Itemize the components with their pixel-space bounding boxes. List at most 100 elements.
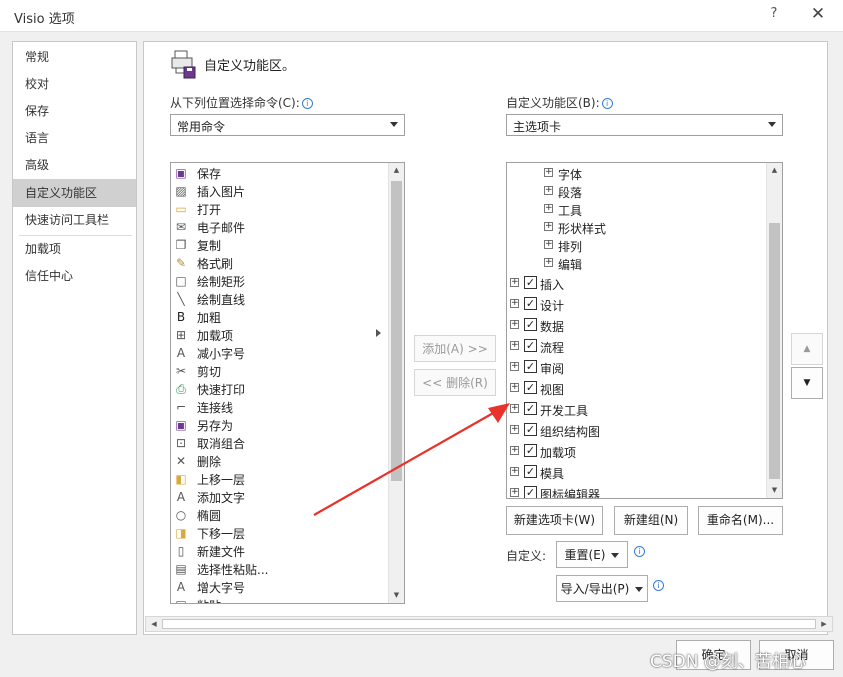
help-button[interactable]: ? <box>764 6 784 26</box>
ribbon-group-item[interactable]: + 形状样式 <box>507 219 767 239</box>
ribbon-tab-item[interactable]: + ✓ 设计 <box>507 295 767 315</box>
scroll-up-icon[interactable]: ▲ <box>767 163 782 178</box>
horizontal-scrollbar[interactable]: ◀ ▶ <box>145 616 833 632</box>
ribbon-group-item[interactable]: + 编辑 <box>507 255 767 275</box>
command-item[interactable]: ✉ 电子邮件 <box>171 218 391 236</box>
close-button[interactable]: ✕ <box>806 4 830 28</box>
command-item[interactable]: ▤ 选择性粘贴... <box>171 560 391 578</box>
ribbon-tab-item[interactable]: + ✓ 插入 <box>507 274 767 294</box>
expand-icon[interactable]: + <box>544 204 553 213</box>
ribbon-tab-item[interactable]: + ✓ 图标编辑器 <box>507 484 767 498</box>
command-item[interactable]: ✎ 格式刷 <box>171 254 391 272</box>
ribbon-tree-items: + 字体 + 段落 + 工具 + 形状样式 + 排列 + 编辑 + ✓ 插入 + ✓ 设计 + ✓ 数据 + ✓ 流程 + ✓ 审阅… <box>507 163 767 498</box>
scroll-thumb[interactable] <box>162 619 816 629</box>
expand-icon[interactable]: + <box>510 278 519 287</box>
ribbon-label-text: 自定义功能区(B): <box>506 96 600 110</box>
nav-item-trust-center[interactable]: 信任中心 <box>13 263 136 289</box>
tab-checkbox[interactable]: ✓ <box>524 318 537 331</box>
expand-icon[interactable]: + <box>544 222 553 231</box>
nav-item-addins[interactable]: 加载项 <box>13 236 136 262</box>
commands-source-dropdown[interactable]: 常用命令 <box>170 114 405 136</box>
tab-checkbox[interactable]: ✓ <box>524 381 537 394</box>
ribbon-tab-item[interactable]: + ✓ 模具 <box>507 463 767 483</box>
command-item[interactable]: ▯ 新建文件 <box>171 542 391 560</box>
import-export-button[interactable]: 导入/导出(P) <box>556 575 648 602</box>
ribbon-tab-item[interactable]: + ✓ 加载项 <box>507 442 767 462</box>
command-item[interactable]: ▭ 打开 <box>171 200 391 218</box>
ribbon-tab-item[interactable]: + ✓ 审阅 <box>507 358 767 378</box>
rename-button[interactable]: 重命名(M)... <box>698 506 783 535</box>
tab-checkbox[interactable]: ✓ <box>524 297 537 310</box>
tab-checkbox[interactable]: ✓ <box>524 465 537 478</box>
ribbon-group-item[interactable]: + 段落 <box>507 183 767 203</box>
command-item[interactable]: ▣ 保存 <box>171 164 391 182</box>
expand-icon[interactable]: + <box>510 341 519 350</box>
command-item[interactable]: ▤ 粘贴 <box>171 596 391 603</box>
tab-checkbox[interactable]: ✓ <box>524 360 537 373</box>
expand-icon[interactable]: + <box>510 299 519 308</box>
scroll-left-icon[interactable]: ◀ <box>148 618 160 630</box>
command-item[interactable]: ╲ 绘制直线 <box>171 290 391 308</box>
move-down-button[interactable]: ▼ <box>791 367 823 399</box>
nav-item-general[interactable]: 常规 <box>13 44 136 70</box>
scroll-down-icon[interactable]: ▼ <box>389 588 404 603</box>
command-item[interactable]: B 加粗 <box>171 308 391 326</box>
expand-icon[interactable]: + <box>544 240 553 249</box>
ribbon-dropdown[interactable]: 主选项卡 <box>506 114 783 136</box>
add-button[interactable]: 添加(A) >> <box>414 335 496 362</box>
nav-item-proofing[interactable]: 校对 <box>13 71 136 97</box>
ribbon-group-item[interactable]: + 字体 <box>507 165 767 185</box>
command-item-label: 插入图片 <box>197 185 246 199</box>
move-up-button[interactable]: ▲ <box>791 333 823 365</box>
nav-item-save[interactable]: 保存 <box>13 98 136 124</box>
expand-icon[interactable]: + <box>510 362 519 371</box>
scroll-right-icon[interactable]: ▶ <box>818 618 830 630</box>
command-item[interactable]: ❐ 复制 <box>171 236 391 254</box>
scroll-up-icon[interactable]: ▲ <box>389 163 404 178</box>
command-item[interactable]: ▨ 插入图片 <box>171 182 391 200</box>
reset-button[interactable]: 重置(E) <box>556 541 628 568</box>
tab-checkbox[interactable]: ✓ <box>524 339 537 352</box>
scroll-down-icon[interactable]: ▼ <box>767 483 782 498</box>
expand-icon[interactable]: + <box>510 320 519 329</box>
new-tab-button[interactable]: 新建选项卡(W) <box>506 506 603 535</box>
command-item-label: 保存 <box>197 167 222 181</box>
ribbon-tree-scrollbar[interactable]: ▲ ▼ <box>766 163 782 498</box>
tab-checkbox[interactable]: ✓ <box>524 486 537 498</box>
command-item[interactable]: □ 绘制矩形 <box>171 272 391 290</box>
nav-item-language[interactable]: 语言 <box>13 125 136 151</box>
chevron-down-icon <box>611 553 620 558</box>
command-item[interactable]: A 增大字号 <box>171 578 391 596</box>
nav-item-advanced[interactable]: 高级 <box>13 152 136 178</box>
ribbon-group-item[interactable]: + 工具 <box>507 201 767 221</box>
scroll-thumb[interactable] <box>769 223 780 479</box>
command-item[interactable]: ⊞ 加载项 <box>171 326 391 344</box>
ribbon-tab-item[interactable]: + ✓ 数据 <box>507 316 767 336</box>
commands-list[interactable]: ▣ 保存 ▨ 插入图片 ▭ 打开 ✉ 电子邮件 ❐ 复制 ✎ 格式刷 □ 绘制矩形 ╲ 绘制直线 B 加粗 ⊞ 加载项… <box>170 162 405 604</box>
expand-icon[interactable]: + <box>544 168 553 177</box>
command-item-label: 电子邮件 <box>197 221 246 235</box>
ribbon-tree[interactable]: + 字体 + 段落 + 工具 + 形状样式 + 排列 + 编辑 + ✓ 插入 + ✓ 设计 + ✓ 数据 + ✓ 流程 + ✓ 审阅… <box>506 162 783 499</box>
commands-source-value: 常用命令 <box>177 120 226 134</box>
tab-checkbox[interactable]: ✓ <box>524 276 537 289</box>
watermark: CSDN @刻、苦相心 <box>650 652 806 672</box>
ribbon-tab-item[interactable]: + ✓ 流程 <box>507 337 767 357</box>
commands-list-scrollbar[interactable]: ▲ ▼ <box>388 163 404 603</box>
increase-font-icon: A <box>176 580 186 594</box>
ribbon-group-item[interactable]: + 排列 <box>507 237 767 257</box>
tab-checkbox[interactable]: ✓ <box>524 444 537 457</box>
ribbon-tab-item[interactable]: + ✓ 组织结构图 <box>507 421 767 441</box>
page-title: 自定义功能区。 <box>204 59 296 74</box>
new-group-button[interactable]: 新建组(N) <box>614 506 688 535</box>
nav-item-customize-ribbon[interactable]: 自定义功能区 <box>13 179 136 207</box>
ribbon-tab-item[interactable]: + ✓ 开发工具 <box>507 400 767 420</box>
command-item[interactable]: ✂ 剪切 <box>171 362 391 380</box>
tab-checkbox[interactable]: ✓ <box>524 402 537 415</box>
nav-item-quick-access-toolbar[interactable]: 快速访问工具栏 <box>13 207 136 233</box>
command-item[interactable]: A 减小字号 <box>171 344 391 362</box>
expand-icon[interactable]: + <box>544 186 553 195</box>
ribbon-tab-item[interactable]: + ✓ 视图 <box>507 379 767 399</box>
tab-checkbox[interactable]: ✓ <box>524 423 537 436</box>
command-item-label: 选择性粘贴... <box>197 563 269 577</box>
expand-icon[interactable]: + <box>544 258 553 267</box>
